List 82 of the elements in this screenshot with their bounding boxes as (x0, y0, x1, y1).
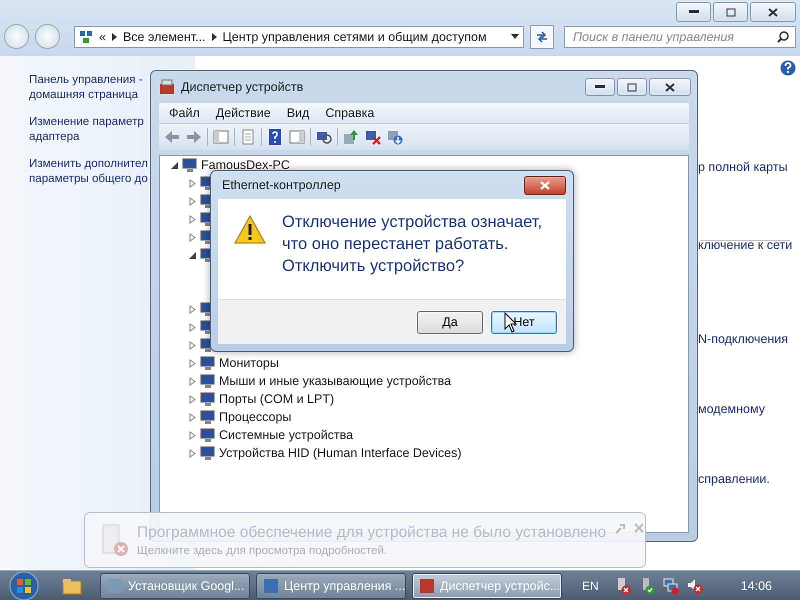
search-field[interactable]: Поиск в панели управления (564, 26, 796, 48)
minimize-button[interactable] (676, 2, 711, 22)
clock[interactable]: 14:06 (740, 578, 772, 592)
minimize-icon (595, 85, 605, 89)
disable-icon[interactable] (364, 128, 382, 146)
notification-title: Программное обеспечение для устройства не было установлено (137, 524, 606, 542)
close-icon (665, 82, 675, 92)
panel-icon[interactable] (288, 128, 306, 146)
device-icon (200, 445, 216, 461)
link-text[interactable]: модемному (698, 402, 765, 416)
dialog-message: Отключение устройства означает, что оно перестанет работать. Отключить устройство? (282, 212, 544, 277)
network-icon (79, 30, 93, 44)
tree-item[interactable]: FamousDex-PC (201, 158, 290, 172)
nav-link[interactable]: Панель управления - домашняя страница (29, 72, 143, 102)
window-title: Диспетчер устройств (181, 80, 304, 94)
update-driver-icon[interactable] (342, 128, 360, 146)
link-text[interactable]: ключение к сети (698, 238, 792, 252)
expander-icon[interactable] (170, 160, 179, 170)
dialog-button[interactable]: Нет (491, 310, 557, 334)
refresh-icon (535, 30, 549, 42)
computer-icon (182, 157, 198, 173)
device-icon (200, 427, 216, 443)
breadcrumb[interactable]: Все элемент... (122, 30, 206, 44)
tree-item[interactable]: Процессоры (219, 410, 292, 424)
minimize-button[interactable] (585, 78, 615, 96)
app-icon (419, 578, 435, 594)
panel-icon[interactable] (212, 128, 230, 146)
link-text[interactable]: р полной карты (698, 160, 788, 174)
dialog-title: Ethernet-контроллер (222, 178, 341, 192)
help-icon[interactable] (266, 128, 284, 146)
menu-item[interactable]: Справка (319, 105, 380, 121)
device-icon (200, 409, 216, 425)
chevron-icon (212, 32, 217, 40)
network-error-icon[interactable] (662, 576, 679, 594)
tree-item[interactable]: Системные устройства (219, 428, 354, 442)
minimize-icon (688, 10, 698, 14)
dialog-button[interactable]: Да (417, 310, 483, 334)
maximize-button[interactable] (713, 2, 748, 22)
link-text[interactable]: N-подключения (698, 332, 788, 346)
nav-link[interactable]: Изменить дополнител параметры общего до (29, 156, 148, 186)
install-icon[interactable] (386, 128, 404, 146)
notification-subtitle: Щелкните здесь для просмотра подробностей. (137, 544, 388, 556)
forward-arrow-icon[interactable] (185, 128, 203, 146)
help-icon[interactable] (780, 60, 796, 76)
close-icon (768, 8, 778, 16)
breadcrumb[interactable]: Центр управления сетями и общим доступом (222, 30, 487, 44)
search-icon (777, 30, 789, 42)
close-button[interactable] (750, 2, 796, 22)
maximize-icon (627, 82, 637, 92)
menu-item[interactable]: Вид (280, 105, 316, 121)
back-arrow-icon[interactable] (163, 128, 181, 146)
app-icon (263, 578, 279, 594)
app-icon (107, 578, 123, 594)
menu-item[interactable]: Действие (210, 105, 277, 121)
link-text[interactable]: справлении. (698, 472, 770, 486)
nav-link[interactable]: Изменение параметр адаптера (29, 114, 144, 144)
breadcrumb-overflow[interactable]: « (99, 30, 106, 44)
device-icon (200, 391, 216, 407)
close-button[interactable] (649, 78, 691, 96)
warning-icon (234, 215, 266, 244)
tree-item[interactable]: Порты (COM и LPT) (219, 392, 334, 406)
device-icon (200, 355, 216, 371)
back-button[interactable] (4, 24, 29, 49)
chevron-icon (112, 32, 117, 40)
maximize-icon (726, 8, 736, 16)
dropdown-icon[interactable] (511, 34, 519, 39)
forward-button[interactable] (35, 24, 60, 49)
expander-icon[interactable] (188, 250, 197, 260)
device-icon (200, 373, 216, 389)
close-button[interactable] (524, 176, 566, 194)
close-icon (540, 180, 550, 190)
language-indicator[interactable]: EN (582, 578, 599, 592)
folder-icon[interactable] (62, 576, 82, 594)
address-bar[interactable]: « Все элемент... Центр управления сетями и общим доступом (74, 26, 524, 48)
tree-item[interactable]: Устройства HID (Human Interface Devices) (219, 446, 462, 460)
tree-item[interactable]: Мониторы (219, 356, 279, 370)
tree-item[interactable]: Мыши и иные указывающие устройства (219, 374, 452, 388)
menu-item[interactable]: Файл (163, 105, 206, 121)
refresh-button[interactable] (530, 24, 554, 48)
device-manager-icon (159, 79, 175, 95)
maximize-button[interactable] (617, 78, 647, 96)
speaker-muted-icon[interactable] (686, 576, 703, 594)
